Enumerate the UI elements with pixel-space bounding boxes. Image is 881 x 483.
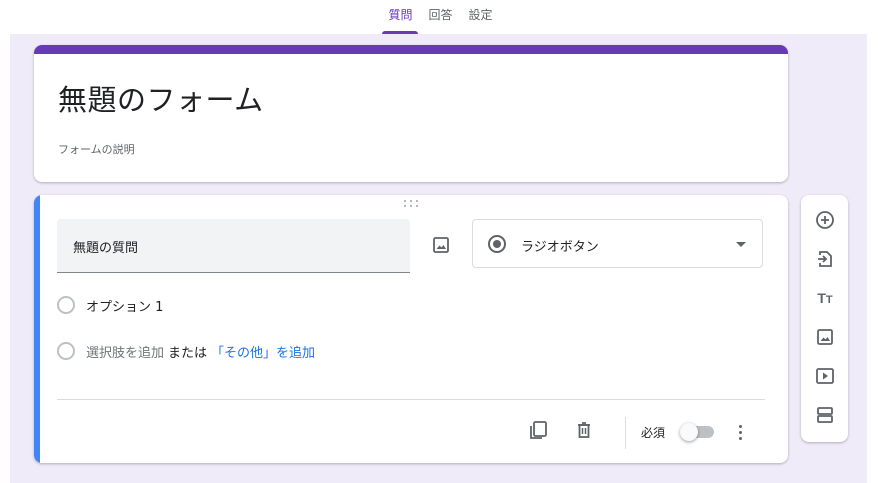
add-other-link[interactable]: 「その他」を追加 xyxy=(211,342,315,361)
option-row: オプション 1 xyxy=(57,294,163,316)
form-header-card[interactable]: 無題のフォーム フォームの説明 xyxy=(34,45,788,182)
option-radio-icon xyxy=(57,296,75,314)
radio-button-icon xyxy=(487,234,507,258)
add-video-button[interactable] xyxy=(812,363,838,389)
header-accent-stripe xyxy=(34,45,788,54)
question-type-label: ラジオボタン xyxy=(521,240,599,255)
add-question-icon xyxy=(816,211,834,229)
more-options-icon[interactable] xyxy=(730,420,750,444)
add-title-icon: TT xyxy=(817,290,833,306)
form-description[interactable]: フォームの説明 xyxy=(58,141,135,157)
add-image-tool-button[interactable] xyxy=(812,324,838,350)
required-label: 必須 xyxy=(641,426,666,440)
side-toolbar: TT xyxy=(801,195,848,442)
add-option-row: 選択肢を追加 または 「その他」を追加 xyxy=(57,340,315,362)
form-title[interactable]: 無題のフォーム xyxy=(58,77,264,119)
trash-icon xyxy=(578,422,590,438)
question-type-dropdown[interactable]: ラジオボタン xyxy=(472,219,763,268)
add-section-button[interactable] xyxy=(812,402,838,428)
footer-divider xyxy=(57,399,765,400)
tab-settings[interactable]: 設定 xyxy=(463,0,499,34)
add-image-icon xyxy=(817,329,833,345)
tab-questions[interactable]: 質問 xyxy=(382,0,419,34)
tab-bar: 質問 回答 設定 xyxy=(0,0,881,34)
active-question-stripe xyxy=(34,195,40,463)
footer-separator xyxy=(625,417,626,449)
tab-responses[interactable]: 回答 xyxy=(422,0,458,34)
chevron-down-icon xyxy=(736,242,746,247)
add-section-icon xyxy=(817,407,833,423)
add-option-link[interactable]: 選択肢を追加 xyxy=(86,342,164,361)
question-card[interactable]: 無題の質問 ラジオボタン オプション 1 選択肢を追加 または 「その他」を追加 xyxy=(34,195,788,463)
image-icon xyxy=(433,237,449,253)
add-image-button[interactable] xyxy=(427,231,455,259)
option-label[interactable]: オプション 1 xyxy=(86,296,163,315)
add-title-button[interactable]: TT xyxy=(812,285,838,311)
top-bar: 質問 回答 設定 xyxy=(0,0,881,34)
import-questions-button[interactable] xyxy=(812,246,838,272)
question-title-input[interactable]: 無題の質問 xyxy=(57,219,410,273)
option-radio-icon xyxy=(57,342,75,360)
copy-icon xyxy=(530,421,547,439)
drag-handle-icon[interactable] xyxy=(402,199,420,209)
duplicate-button[interactable] xyxy=(525,417,551,443)
add-question-button[interactable] xyxy=(812,207,838,233)
or-text: または xyxy=(168,345,208,361)
add-video-icon xyxy=(816,368,834,384)
delete-button[interactable] xyxy=(571,417,597,443)
import-questions-icon xyxy=(818,251,832,267)
required-toggle[interactable] xyxy=(680,423,714,441)
toggle-thumb xyxy=(680,423,698,441)
